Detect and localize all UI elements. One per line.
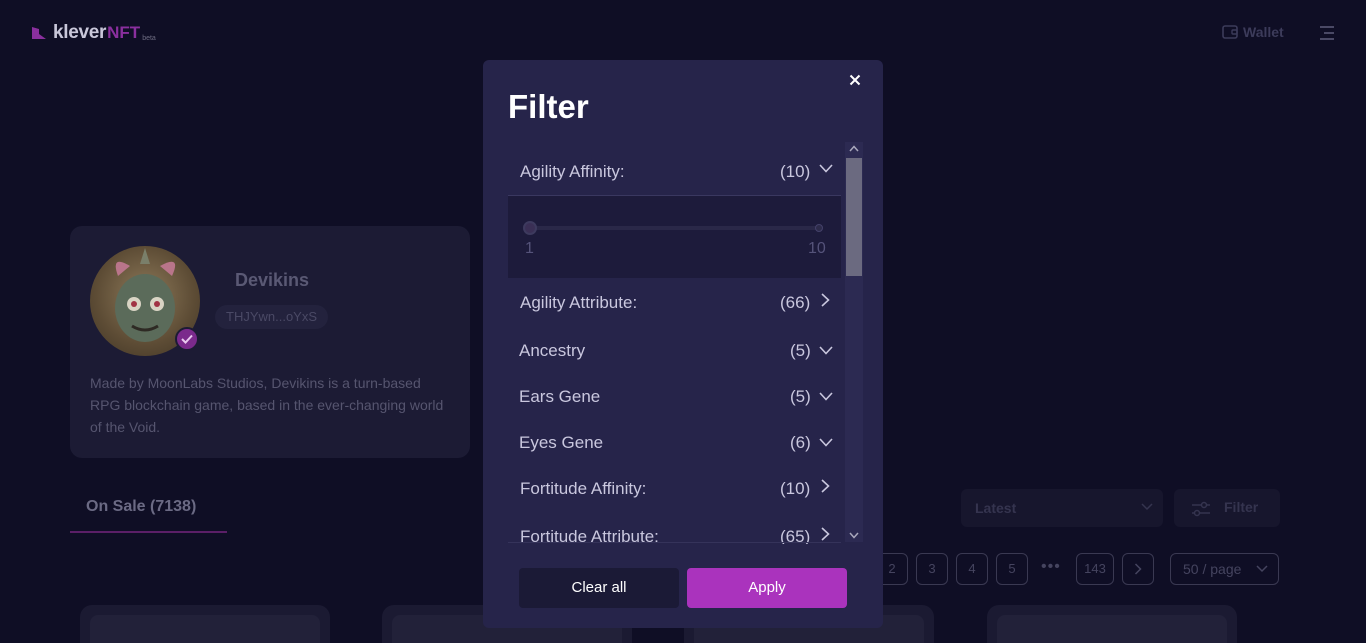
scrollbar-thumb[interactable]: [846, 158, 862, 276]
open-filter-button[interactable]: Filter: [1174, 489, 1280, 527]
klever-nft-logo[interactable]: klever NFT beta: [31, 22, 156, 44]
per-page-value: 50 / page: [1183, 561, 1242, 577]
filter-label: Fortitude Affinity:: [520, 479, 647, 498]
logo-beta-text: beta: [142, 35, 156, 42]
filter-label: Ears Gene: [519, 387, 601, 406]
filter-count: (5): [790, 387, 811, 406]
tab-on-sale-label: On Sale (7138): [86, 498, 197, 515]
sort-select-value: Latest: [975, 500, 1017, 516]
chevron-right-icon: [821, 479, 830, 493]
scroll-down-arrow-icon[interactable]: [849, 532, 859, 539]
page-button-5[interactable]: 5: [996, 553, 1028, 585]
page-ellipsis[interactable]: •••: [1041, 558, 1061, 576]
clear-all-button[interactable]: Clear all: [519, 568, 679, 608]
range-max-label: 10: [808, 240, 826, 257]
range-slider-track[interactable]: [529, 226, 821, 230]
hamburger-menu-icon[interactable]: [1320, 25, 1334, 41]
per-page-select[interactable]: 50 / page: [1170, 553, 1279, 585]
chevron-right-icon: [1134, 563, 1142, 575]
chevron-down-icon: [819, 438, 833, 447]
scroll-up-arrow-icon[interactable]: [849, 145, 859, 152]
filter-count: (5): [790, 341, 811, 360]
collection-description: Made by MoonLabs Studios, Devikins is a …: [90, 375, 444, 435]
range-slider-min-handle[interactable]: [523, 221, 537, 235]
filter-label: Ancestry: [519, 341, 586, 360]
collection-profile-card: Devikins THJYwn...oYxS Made by MoonLabs …: [70, 226, 470, 458]
nft-card[interactable]: [80, 605, 330, 643]
chevron-down-icon: [819, 392, 833, 401]
filter-list-scrollbar[interactable]: [845, 142, 863, 542]
verified-badge-icon: [175, 327, 199, 351]
agility-affinity-range-panel: 1 10: [508, 196, 841, 278]
range-slider-max-handle[interactable]: [815, 224, 823, 232]
filter-count: (10): [780, 162, 811, 181]
close-icon[interactable]: [847, 72, 863, 88]
nft-card-image: [90, 615, 320, 643]
filter-count: (10): [780, 479, 811, 498]
logo-nft-text: NFT: [107, 23, 141, 42]
wallet-button[interactable]: Wallet: [1222, 24, 1284, 40]
collection-name: Devikins: [235, 270, 310, 290]
filter-item-agility-attribute[interactable]: Agility Attribute: (66): [508, 281, 841, 325]
chevron-down-icon: [819, 346, 833, 355]
filter-list: Agility Affinity: (10) 1 10 Agility Attr…: [508, 144, 841, 544]
page-button-4[interactable]: 4: [956, 553, 988, 585]
page-button-3[interactable]: 3: [916, 553, 948, 585]
wallet-label: Wallet: [1243, 24, 1284, 40]
chevron-down-icon: [819, 164, 833, 173]
next-page-button[interactable]: [1122, 553, 1154, 585]
nft-card[interactable]: [987, 605, 1237, 643]
filter-label: Agility Affinity:: [520, 162, 625, 181]
logo-text: klever: [53, 22, 107, 43]
chevron-right-icon: [821, 527, 830, 541]
filter-count: (66): [780, 293, 811, 312]
filter-item-fortitude-affinity[interactable]: Fortitude Affinity: (10): [508, 467, 841, 511]
modal-footer-divider: [508, 542, 841, 543]
open-filter-label: Filter: [1224, 499, 1259, 515]
range-min-label: 1: [525, 240, 534, 257]
filter-item-agility-affinity[interactable]: Agility Affinity: (10): [508, 150, 841, 194]
chevron-right-icon: [821, 293, 830, 307]
page-button-last[interactable]: 143: [1076, 553, 1114, 585]
filter-label: Agility Attribute:: [520, 293, 638, 312]
chevron-down-icon: [1141, 503, 1153, 511]
klever-logo-icon: [32, 27, 46, 39]
filter-item-ancestry[interactable]: Ancestry (5): [508, 329, 841, 373]
filter-item-eyes-gene[interactable]: Eyes Gene (6): [508, 421, 841, 465]
top-header: klever NFT beta Wallet: [0, 0, 1366, 64]
filter-item-ears-gene[interactable]: Ears Gene (5): [508, 375, 841, 419]
modal-title: Filter: [508, 88, 589, 125]
wallet-icon: [1222, 25, 1238, 39]
sort-select[interactable]: Latest: [961, 489, 1163, 527]
chevron-down-icon: [1256, 565, 1268, 573]
filter-sliders-icon: [1192, 501, 1210, 517]
filter-item-fortitude-attribute[interactable]: Fortitude Attribute: (65): [508, 515, 841, 544]
filter-count: (6): [790, 433, 811, 452]
apply-button[interactable]: Apply: [687, 568, 847, 608]
collection-address[interactable]: THJYwn...oYxS: [215, 305, 329, 329]
filter-modal: Filter Agility Affinity: (10) 1 10 Agili…: [483, 60, 883, 628]
tab-on-sale[interactable]: On Sale (7138): [70, 486, 227, 533]
filter-label: Eyes Gene: [519, 433, 604, 452]
nft-card-image: [997, 615, 1227, 643]
